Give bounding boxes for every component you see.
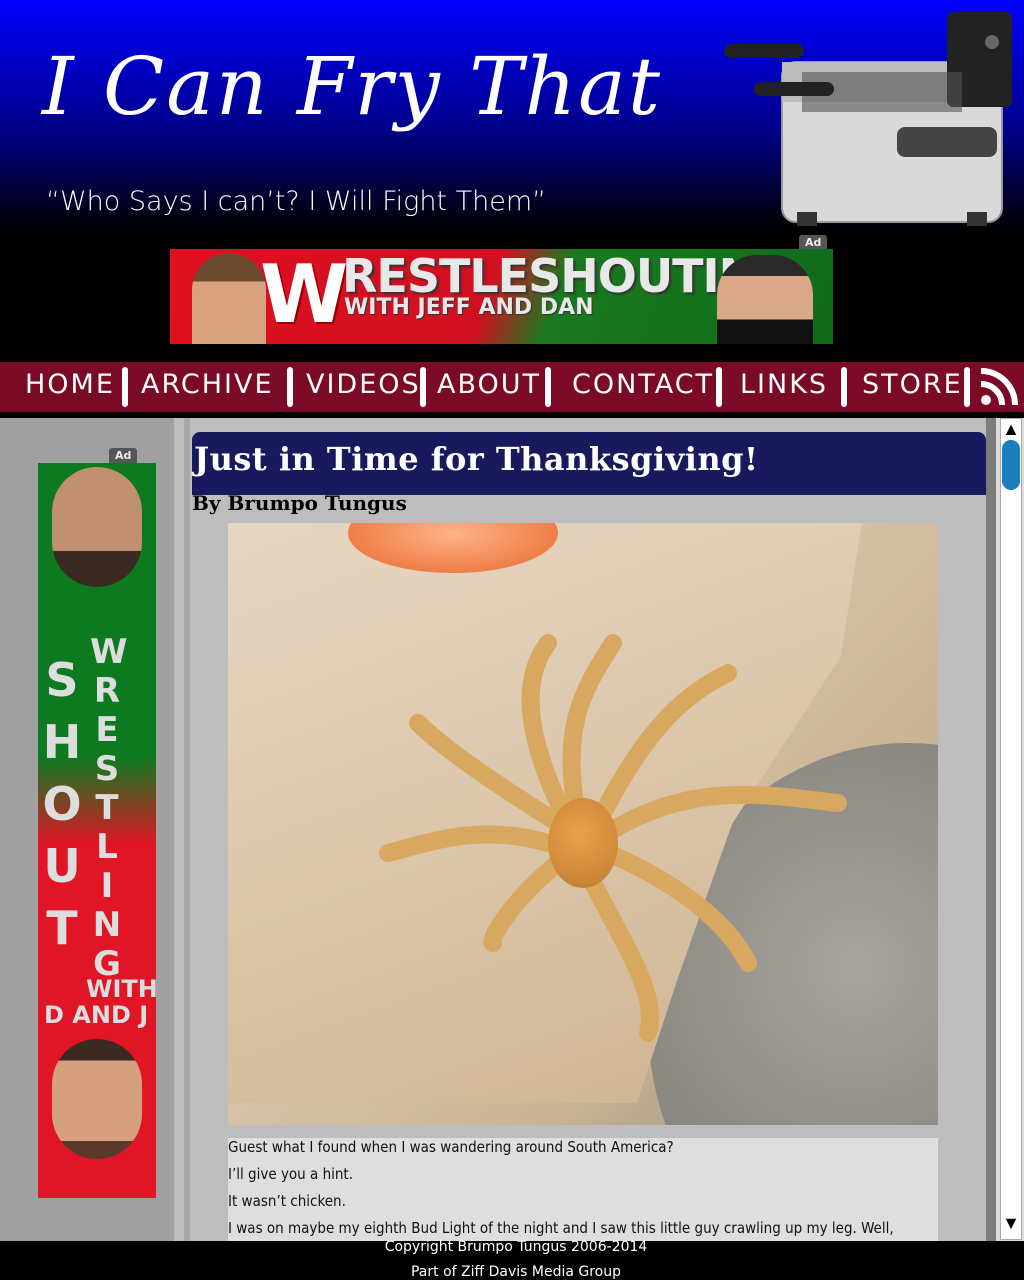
ad-word-with: WITH (86, 975, 156, 1003)
ad-word-d-and-j: D AND J (44, 1001, 149, 1029)
nav-archive[interactable]: ARCHIVE (141, 362, 274, 412)
ad-word-shout: SHOUT (42, 653, 82, 955)
ad-badge-top: Ad (799, 235, 828, 250)
ad-host-photo-top (52, 467, 142, 587)
post-byline: By Brumpo Tungus (192, 491, 407, 515)
nav-contact[interactable]: CONTACT (572, 362, 714, 412)
article-paragraph: It wasn’t chicken. (228, 1192, 346, 1210)
scroll-down-arrow-icon[interactable]: ▼ (1000, 1212, 1022, 1234)
article-paragraph: Guest what I found when I was wandering … (228, 1138, 674, 1156)
nav-divider (716, 367, 722, 407)
nav-store[interactable]: STORE (862, 362, 963, 412)
wrestling-logo: W (260, 249, 349, 341)
nav-divider (122, 367, 128, 407)
deep-fryer-image (724, 12, 1012, 226)
footer-copyright: Copyright Brumpo Tungus 2006-2014 (384, 1239, 648, 1255)
nav-home[interactable]: HOME (25, 362, 115, 412)
fried-spider-photo (228, 523, 938, 1125)
nav-divider (420, 367, 426, 407)
scrollbar-thumb[interactable] (1002, 440, 1020, 490)
nav-divider (545, 367, 551, 407)
side-banner-ad[interactable]: SHOUT WRESTLING WITH D AND J (38, 463, 156, 1198)
scroll-up-arrow-icon[interactable]: ▲ (1000, 420, 1022, 438)
site-tagline: “Who Says I can’t? I Will Fight Them” (46, 186, 547, 217)
nav-links[interactable]: LINKS (740, 362, 828, 412)
article-body: Guest what I found when I was wandering … (228, 1138, 938, 1241)
ad-host-photo-bottom (52, 1039, 142, 1159)
ad-subline: WITH JEFF AND DAN (344, 295, 594, 320)
top-banner-ad[interactable]: W RESTLESHOUTING WITH JEFF AND DAN (170, 249, 833, 344)
nav-divider (964, 367, 970, 407)
nav-divider (287, 367, 293, 407)
rss-icon[interactable] (978, 366, 1020, 408)
nav-about[interactable]: ABOUT (437, 362, 541, 412)
ad-host-photo-left (192, 253, 266, 344)
article-paragraph: I was on maybe my eighth Bud Light of th… (228, 1219, 894, 1237)
ad-badge-side: Ad (109, 448, 138, 463)
footer-network: Part of Ziff Davis Media Group (410, 1264, 621, 1280)
nav-videos[interactable]: VIDEOS (306, 362, 421, 412)
post-title[interactable]: Just in Time for Thanksgiving! (194, 440, 759, 478)
spider-body-shape (548, 798, 618, 888)
nav-divider (841, 367, 847, 407)
site-title[interactable]: I Can Fry That (42, 40, 662, 133)
scrollbar-track[interactable] (1000, 418, 1022, 1240)
ad-word-wrestling: WRESTLING (90, 632, 128, 984)
ad-host-photo-right (717, 255, 813, 344)
article-paragraph: I’ll give you a hint. (228, 1165, 354, 1183)
main-nav: HOME ARCHIVE VIDEOS ABOUT CONTACT LINKS … (0, 362, 1024, 412)
